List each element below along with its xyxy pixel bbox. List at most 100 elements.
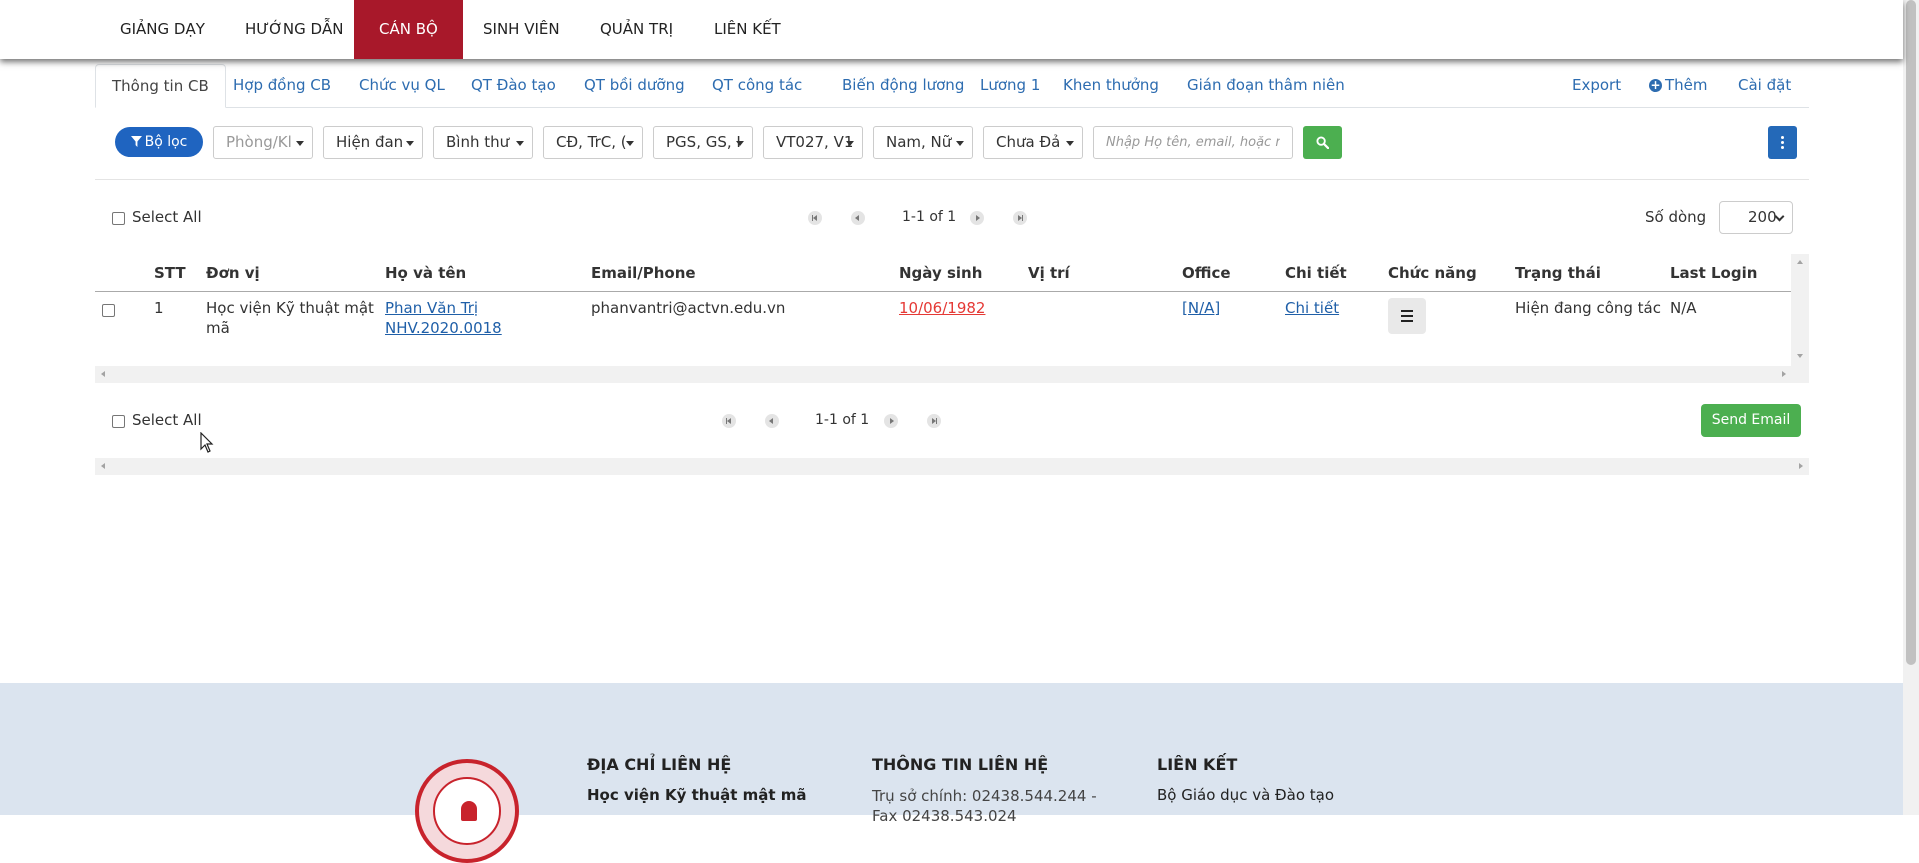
nav-quan-tri[interactable]: QUẢN TRỊ (575, 0, 698, 59)
tab-qt-cong-tac[interactable]: QT công tác (696, 64, 818, 108)
table-vertical-scrollbar[interactable] (1791, 254, 1809, 366)
filter-trang-thai[interactable]: Hiện đan (323, 126, 423, 159)
detail-link[interactable]: Chi tiết (1285, 298, 1339, 318)
cell-trang-thai: Hiện đang công tác (1515, 299, 1662, 317)
select-all-checkbox-bottom[interactable] (112, 415, 125, 428)
select-all-label-bottom: Select All (132, 411, 202, 429)
tab-qt-dao-tao[interactable]: QT Đào tạo (455, 64, 572, 108)
dropdown-label: CĐ, TrC, ( (556, 133, 627, 151)
cell-don-vi-line1: Học viện Kỹ thuật mật (206, 299, 374, 317)
filter-binh-thuong[interactable]: Bình thư (433, 126, 533, 159)
first-page-button-bottom[interactable] (722, 414, 736, 428)
academy-logo (415, 759, 519, 863)
filter-phong-khoa[interactable]: Phòng/Kl (213, 126, 313, 159)
col-header-vi-tri[interactable]: Vị trí (1028, 264, 1070, 282)
col-header-trang-thai[interactable]: Trạng thái (1515, 264, 1601, 282)
dropdown-label: Bình thư (446, 133, 510, 151)
caret-down-icon (1066, 141, 1074, 146)
col-header-last-login[interactable]: Last Login (1670, 264, 1757, 282)
cell-don-vi: Học viện Kỹ thuật mật mã (206, 298, 374, 338)
staff-name-link[interactable]: Phan Văn Trị (385, 298, 502, 318)
table-horizontal-scrollbar[interactable] (95, 366, 1809, 383)
export-link[interactable]: Export (1572, 64, 1621, 108)
tab-bien-dong-luong[interactable]: Biến động lương (826, 64, 980, 108)
scroll-right-arrow-icon[interactable] (1782, 371, 1786, 377)
col-header-don-vi[interactable]: Đơn vị (206, 264, 260, 282)
hamburger-icon (1401, 310, 1413, 312)
dropdown-label: PGS, GS, I (666, 133, 741, 151)
cell-last-login: N/A (1670, 299, 1697, 317)
cell-ngay-sinh[interactable]: 10/06/1982 (899, 298, 985, 318)
footer-link-moet[interactable]: Bộ Giáo dục và Đào tạo (1157, 786, 1334, 804)
tab-khen-thuong[interactable]: Khen thưởng (1047, 64, 1175, 108)
first-page-button[interactable] (808, 211, 822, 225)
prev-page-button[interactable] (851, 211, 865, 225)
next-page-button-bottom[interactable] (884, 414, 898, 428)
search-input[interactable] (1093, 126, 1293, 159)
filter-dang-vien[interactable]: Chưa Đả (983, 126, 1083, 159)
col-header-email[interactable]: Email/Phone (591, 264, 696, 282)
plus-circle-icon: + (1649, 78, 1662, 92)
col-header-chuc-nang[interactable]: Chức năng (1388, 264, 1477, 282)
office-link[interactable]: [N/A] (1182, 298, 1220, 318)
footer-address-name: Học viện Kỹ thuật mật mã (587, 786, 807, 804)
nav-lien-ket[interactable]: LIÊN KẾT (689, 0, 806, 59)
last-page-button-bottom[interactable] (927, 414, 941, 428)
scrollbar-thumb[interactable] (1906, 0, 1916, 665)
nav-giang-day[interactable]: GIẢNG DẠY (95, 0, 230, 59)
scroll-right-arrow-icon[interactable] (1799, 463, 1803, 469)
rows-per-page-select[interactable]: 200 (1719, 201, 1793, 234)
dropdown-label: Phòng/Kl (226, 133, 292, 151)
settings-link[interactable]: Cài đặt (1738, 64, 1791, 108)
dropdown-label: Nam, Nữ (886, 133, 952, 151)
footer: ĐỊA CHỈ LIÊN HỆ Học viện Kỹ thuật mật mã… (0, 683, 1903, 863)
nav-sinh-vien[interactable]: SINH VIÊN (458, 0, 585, 59)
tab-gian-doan-tham-nien[interactable]: Gián đoạn thâm niên (1171, 64, 1361, 108)
scroll-down-arrow-icon[interactable] (1797, 354, 1803, 358)
row-checkbox[interactable] (102, 304, 115, 317)
caret-down-icon (626, 141, 634, 146)
tab-chuc-vu-ql[interactable]: Chức vụ QL (343, 64, 461, 108)
funnel-icon (130, 136, 142, 147)
row-menu-button[interactable] (1388, 298, 1426, 334)
dropdown-label: Chưa Đả (996, 133, 1061, 151)
caret-down-icon (846, 141, 854, 146)
page-horizontal-scrollbar[interactable] (95, 458, 1809, 475)
rows-per-page-label: Số dòng (1645, 208, 1707, 226)
filter-button[interactable]: Bộ lọc (115, 127, 203, 157)
tab-hop-dong-cb[interactable]: Hợp đồng CB (217, 64, 347, 108)
filter-hoc-ham[interactable]: PGS, GS, I (653, 126, 753, 159)
scroll-up-arrow-icon[interactable] (1797, 260, 1803, 264)
page-range-bottom: 1-1 of 1 (815, 412, 870, 428)
col-header-stt[interactable]: STT (154, 264, 186, 282)
filter-chuc-danh[interactable]: CĐ, TrC, ( (543, 126, 643, 159)
scroll-left-arrow-icon[interactable] (101, 371, 105, 377)
add-link[interactable]: + Thêm (1649, 64, 1708, 108)
page-vertical-scrollbar[interactable] (1903, 0, 1919, 815)
filter-gioi-tinh[interactable]: Nam, Nữ (873, 126, 973, 159)
caret-down-icon (736, 141, 744, 146)
staff-code-link[interactable]: NHV.2020.0018 (385, 318, 502, 338)
filter-vi-tri[interactable]: VT027, V1 (763, 126, 863, 159)
col-header-ngay-sinh[interactable]: Ngày sinh (899, 264, 982, 282)
dropdown-label: VT027, V1 (776, 133, 854, 151)
more-options-button[interactable] (1768, 126, 1797, 159)
tab-luong-1[interactable]: Lương 1 (964, 64, 1056, 108)
cell-ho-ten[interactable]: Phan Văn Trị NHV.2020.0018 (385, 298, 502, 338)
col-header-ho-ten[interactable]: Họ và tên (385, 264, 466, 282)
select-all-checkbox[interactable] (112, 212, 125, 225)
col-header-chi-tiet[interactable]: Chi tiết (1285, 264, 1347, 282)
filter-bar: Bộ lọc Phòng/Kl Hiện đan Bình thư CĐ, Tr… (95, 108, 1809, 180)
send-email-button[interactable]: Send Email (1701, 404, 1801, 437)
next-page-button[interactable] (970, 211, 984, 225)
tab-qt-boi-duong[interactable]: QT bồi dưỡng (568, 64, 701, 108)
nav-huong-dan[interactable]: HƯỚNG DẪN (220, 0, 369, 59)
last-page-button[interactable] (1013, 211, 1027, 225)
scroll-left-arrow-icon[interactable] (101, 463, 105, 469)
dropdown-label: Hiện đan (336, 133, 404, 151)
col-header-office[interactable]: Office (1182, 264, 1231, 282)
prev-page-button-bottom[interactable] (765, 414, 779, 428)
search-button[interactable] (1303, 126, 1342, 159)
nav-can-bo[interactable]: CÁN BỘ (354, 0, 463, 59)
tab-thong-tin-cb[interactable]: Thông tin CB (95, 64, 226, 108)
